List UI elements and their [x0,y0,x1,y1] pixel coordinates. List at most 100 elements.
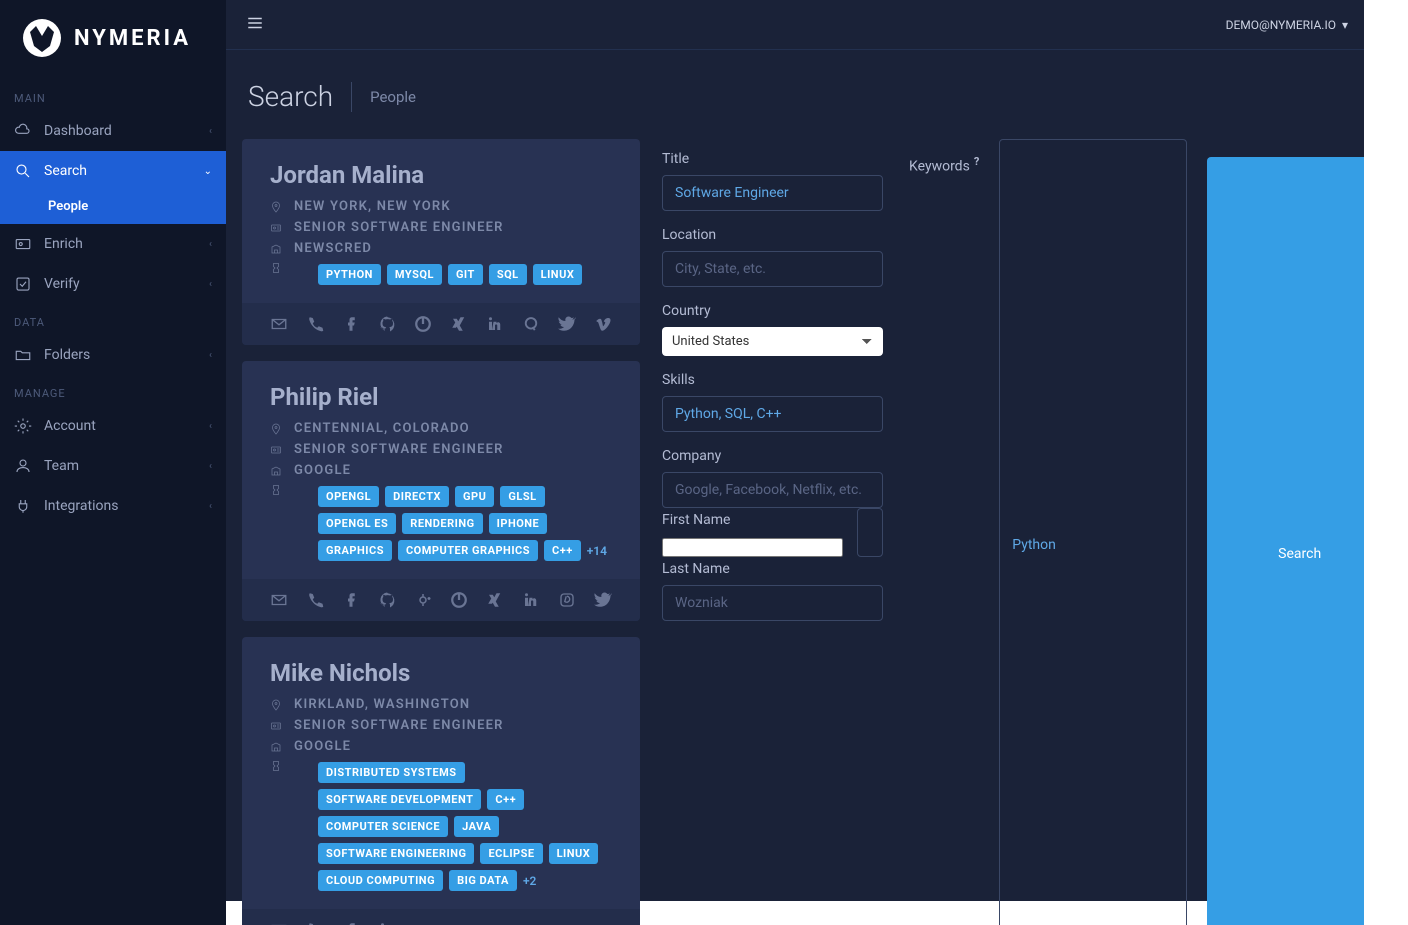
sidebar-item-team[interactable]: Team ‹ [0,446,226,486]
card-footer [242,303,640,345]
skill-tag[interactable]: CLOUD COMPUTING [318,870,443,891]
info-text: GOOGLE [294,463,351,478]
phone-icon[interactable] [306,591,324,609]
phone-icon[interactable] [306,921,324,925]
sidebar-item-search[interactable]: Search ⌄ [0,151,226,191]
xing-icon[interactable] [450,315,468,333]
gravatar-icon[interactable] [414,315,432,333]
twitter-icon[interactable] [594,591,612,609]
gear-icon [14,417,32,435]
search-button[interactable]: Search [1207,157,1392,925]
skills-row: OPENGL DIRECTX GPU GLSL OPENGL ES RENDERING IP… [270,484,612,561]
sidebar-item-dashboard[interactable]: Dashboard ‹ [0,111,226,151]
sidebar-item-integrations[interactable]: Integrations ‹ [0,486,226,526]
quora-icon[interactable] [522,315,540,333]
info-row: NEW YORK, NEW YORK [270,199,612,214]
chevron-left-icon: ‹ [209,279,212,290]
skill-tag[interactable]: COMPUTER SCIENCE [318,816,448,837]
github-icon[interactable] [378,315,396,333]
location-input[interactable] [662,251,883,287]
skills-more[interactable]: +2 [523,874,536,888]
facebook-icon[interactable] [342,921,360,925]
twitter-icon[interactable] [558,315,576,333]
skill-tag[interactable]: COMPUTER GRAPHICS [398,540,538,561]
label-location: Location [662,227,883,243]
bell-icon[interactable] [1370,16,1388,34]
sidebar-item-folders[interactable]: Folders ‹ [0,335,226,375]
skill-tag[interactable]: JAVA [454,816,499,837]
pinterest-icon[interactable] [558,591,576,609]
keywords-input[interactable] [999,139,1187,925]
skill-tag[interactable]: PYTHON [318,264,381,285]
info-row: CENTENNIAL, COLORADO [270,421,612,436]
label-company: Company [662,448,883,464]
sidebar-item-verify[interactable]: Verify ‹ [0,264,226,304]
skill-tag[interactable]: OPENGL ES [318,513,396,534]
filter-panel: Title Location Country United States Ski… [660,139,889,925]
skills-input[interactable] [662,396,883,432]
person-name[interactable]: Philip Riel [270,383,612,411]
section-data: DATA [0,304,226,335]
linkedin-icon[interactable] [486,315,504,333]
user-menu[interactable]: DEMO@NYMERIA.IO ▾ [1226,18,1348,32]
person-name[interactable]: Jordan Malina [270,161,612,189]
skill-tag[interactable]: DISTRIBUTED SYSTEMS [318,762,465,783]
label-country: Country [662,303,883,319]
skill-tag[interactable]: SQL [489,264,527,285]
skill-tag[interactable]: MYSQL [387,264,442,285]
github-icon[interactable] [378,591,396,609]
gravatar-icon[interactable] [450,591,468,609]
skill-tag[interactable]: OPENGL [318,486,379,507]
skill-tag[interactable]: GRAPHICS [318,540,392,561]
company-input[interactable] [662,472,883,508]
skill-tag[interactable]: GLSL [500,486,544,507]
sidebar-item-account[interactable]: Account ‹ [0,406,226,446]
skill-tag[interactable]: SOFTWARE DEVELOPMENT [318,789,481,810]
label-firstname: First Name [662,512,843,528]
skill-tag[interactable]: C++ [487,789,524,810]
phone-icon[interactable] [306,315,324,333]
sidebar-subitem-people[interactable]: People [0,191,226,224]
email-icon[interactable] [270,591,288,609]
skill-tag[interactable]: GIT [448,264,483,285]
skill-tag[interactable]: LINUX [549,843,599,864]
firstname-input[interactable] [662,538,843,557]
facebook-icon[interactable] [342,591,360,609]
skill-tag[interactable]: IPHONE [489,513,548,534]
email-icon[interactable] [270,315,288,333]
hamburger-icon[interactable] [246,14,264,36]
lastname-input[interactable] [662,585,883,621]
result-card: Jordan MalinaNEW YORK, NEW YORKSENIOR SO… [242,139,640,345]
email-icon[interactable] [270,921,288,925]
firstname-input[interactable] [857,508,883,557]
facebook-icon[interactable] [342,315,360,333]
skills-row: PYTHON MYSQL GIT SQL LINUX [270,262,612,285]
skill-tag[interactable]: C++ [544,540,581,561]
sidebar-item-enrich[interactable]: Enrich ‹ [0,224,226,264]
skill-tag[interactable]: DIRECTX [385,486,449,507]
skill-tag[interactable]: GPU [455,486,494,507]
id-card-icon [270,444,282,456]
person-name[interactable]: Mike Nichols [270,659,612,687]
skill-tag[interactable]: SOFTWARE ENGINEERING [318,843,474,864]
sidebar-item-label: Enrich [44,236,83,252]
googleplus-icon[interactable] [414,591,432,609]
linkedin-icon[interactable] [522,591,540,609]
skill-tag[interactable]: ECLIPSE [480,843,542,864]
vimeo-icon[interactable] [594,315,612,333]
chevron-down-icon: ⌄ [204,166,212,177]
skill-tag[interactable]: RENDERING [402,513,482,534]
help-icon[interactable]: ? [974,155,979,168]
xing-icon[interactable] [486,591,504,609]
skills-row: DISTRIBUTED SYSTEMS SOFTWARE DEVELOPMENT C… [270,760,612,891]
skill-tag[interactable]: LINUX [533,264,583,285]
skill-tag[interactable]: BIG DATA [449,870,517,891]
info-row: GOOGLE [270,739,612,754]
title-input[interactable] [662,175,883,211]
label-skills: Skills [662,372,883,388]
skills-more[interactable]: +14 [587,544,607,558]
caret-down-icon: ▾ [1342,18,1348,32]
country-select[interactable]: United States [662,327,883,356]
linkedin-icon[interactable] [378,921,396,925]
chevron-left-icon: ‹ [209,461,212,472]
